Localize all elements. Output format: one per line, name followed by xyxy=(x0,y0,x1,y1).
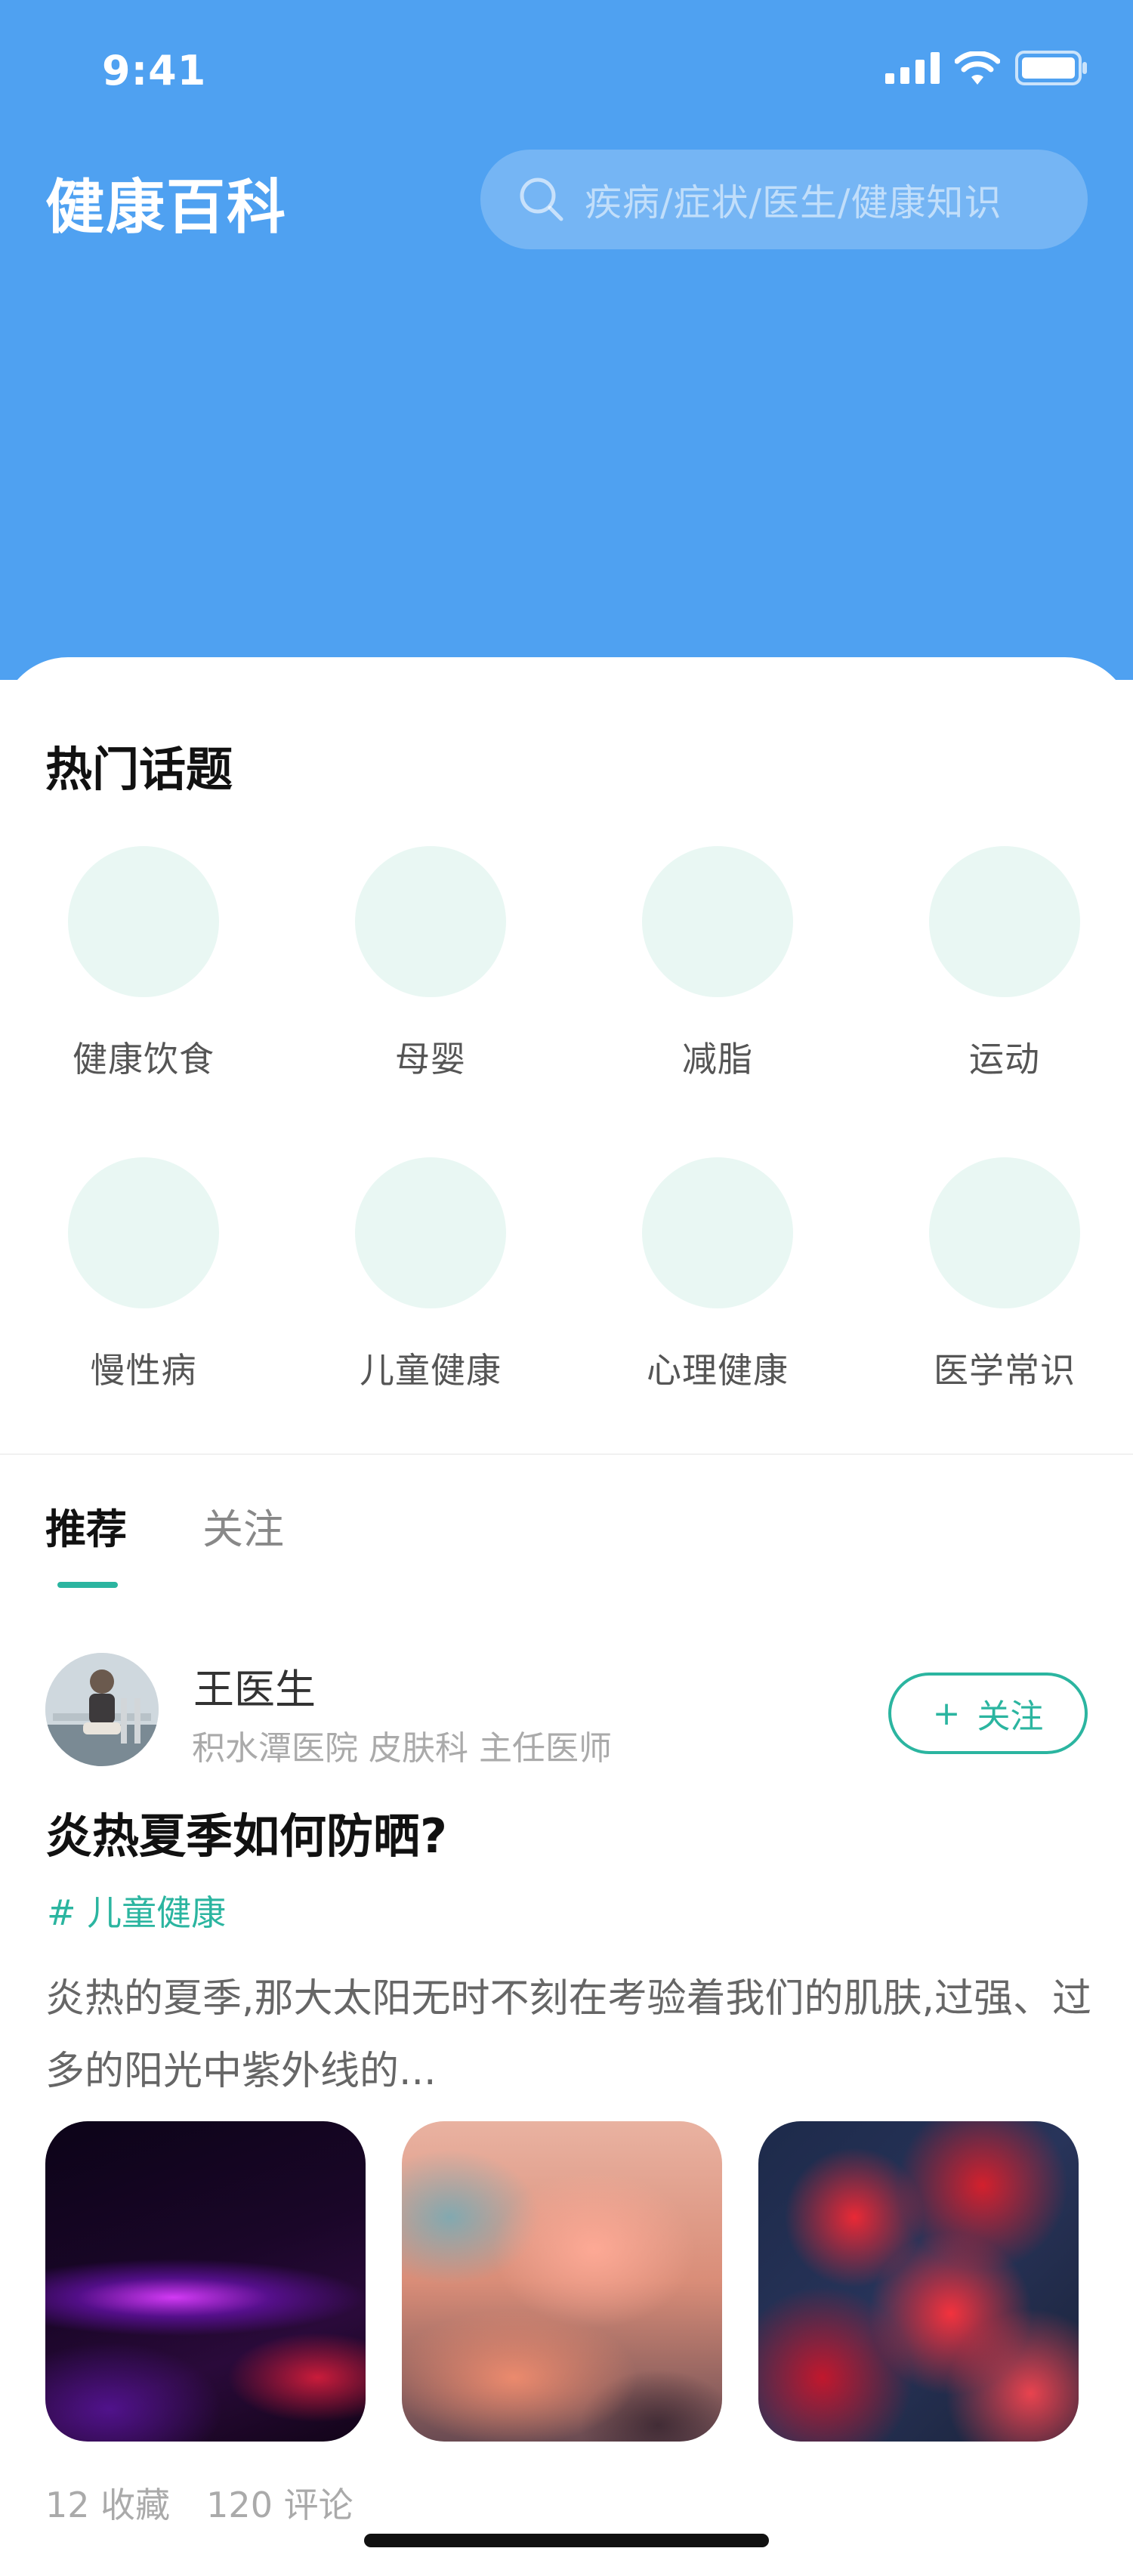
topic-label: 运动 xyxy=(969,1039,1040,1080)
post-stats: 12 收藏 120 评论 xyxy=(45,2478,353,2528)
topic-icon xyxy=(642,846,793,997)
topic-item[interactable]: 医学常识 xyxy=(861,1157,1133,1469)
topic-item[interactable]: 运动 xyxy=(861,846,1133,1157)
topic-item[interactable]: 减脂 xyxy=(574,846,861,1157)
topic-label: 母婴 xyxy=(395,1039,466,1080)
topic-item[interactable]: 儿童健康 xyxy=(287,1157,574,1469)
topic-icon xyxy=(355,1157,506,1308)
topic-label: 医学常识 xyxy=(934,1350,1076,1391)
author-info: 积水潭医院 皮肤科 主任医师 xyxy=(192,1729,612,1768)
topic-icon xyxy=(355,846,506,997)
post-title[interactable]: 炎热夏季如何防晒? xyxy=(45,1798,447,1866)
topic-icon xyxy=(642,1157,793,1308)
section-divider xyxy=(0,1453,1133,1455)
status-bar: 9:41 xyxy=(0,0,1133,136)
hot-topics-title: 热门话题 xyxy=(45,742,233,797)
post-image[interactable] xyxy=(45,2121,366,2442)
status-icons xyxy=(885,51,1088,88)
search-placeholder: 疾病/症状/医生/健康知识 xyxy=(585,181,1002,224)
post-images xyxy=(45,2121,1079,2442)
battery-icon xyxy=(1015,51,1088,88)
author-name: 王医生 xyxy=(193,1666,316,1713)
active-tab-indicator xyxy=(57,1582,118,1588)
topic-icon xyxy=(68,846,219,997)
comments-count[interactable]: 120 评论 xyxy=(206,2478,353,2528)
post-image[interactable] xyxy=(758,2121,1079,2442)
topic-label: 健康饮食 xyxy=(73,1039,215,1080)
tab-recommended[interactable]: 推荐 xyxy=(45,1496,127,1556)
search-icon xyxy=(518,176,565,223)
post-tag[interactable]: # 儿童健康 xyxy=(47,1886,226,1935)
topic-item[interactable]: 慢性病 xyxy=(0,1157,287,1469)
follow-label: 关注 xyxy=(977,1697,1044,1736)
wifi-icon xyxy=(954,51,1001,88)
topic-label: 减脂 xyxy=(682,1039,753,1080)
topic-item[interactable]: 心理健康 xyxy=(574,1157,861,1469)
follow-button[interactable]: + 关注 xyxy=(888,1673,1088,1754)
page-title: 健康百科 xyxy=(45,174,288,242)
topic-icon xyxy=(68,1157,219,1308)
topic-icon xyxy=(929,1157,1080,1308)
home-indicator xyxy=(364,2534,769,2547)
feed-tabs: 推荐 关注 xyxy=(45,1496,284,1556)
favorites-count[interactable]: 12 收藏 xyxy=(45,2478,170,2528)
tab-following[interactable]: 关注 xyxy=(202,1496,284,1556)
hot-topics-grid: 健康饮食 母婴 减脂 运动 慢性病 儿童健康 心理健康 医学常识 xyxy=(0,846,1133,1469)
status-time: 9:41 xyxy=(102,47,207,94)
topic-item[interactable]: 健康饮食 xyxy=(0,846,287,1157)
signal-icon xyxy=(885,52,940,87)
topic-label: 心理健康 xyxy=(647,1350,789,1391)
topic-label: 慢性病 xyxy=(90,1350,197,1391)
topic-item[interactable]: 母婴 xyxy=(287,846,574,1157)
post-image[interactable] xyxy=(402,2121,722,2442)
avatar[interactable] xyxy=(45,1653,159,1766)
topic-label: 儿童健康 xyxy=(360,1350,502,1391)
post-excerpt[interactable]: 炎热的夏季,那大太阳无时不刻在考验着我们的肌肤,过强、过多的阳光中紫外线的... xyxy=(45,1963,1095,2108)
search-input[interactable]: 疾病/症状/医生/健康知识 xyxy=(480,150,1088,249)
plus-icon: + xyxy=(932,1694,961,1733)
topic-icon xyxy=(929,846,1080,997)
